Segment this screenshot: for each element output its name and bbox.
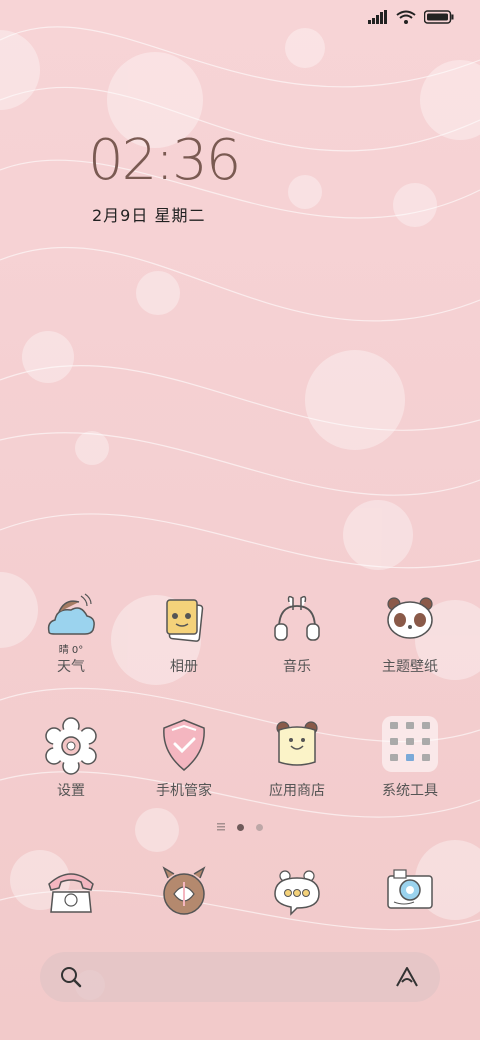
messages-icon <box>274 870 320 916</box>
browser-icon <box>162 866 206 915</box>
tools-folder-icon <box>382 716 438 772</box>
home-screen: 02:36 2月9日 星期二 晴 0° 天气 相册 音乐 主题壁纸 设置 手机管… <box>0 0 480 1040</box>
app-label: 系统工具 <box>382 783 438 799</box>
dock-camera[interactable] <box>354 862 466 922</box>
gear-icon <box>45 717 97 775</box>
weather-temp: 晴 0° <box>58 645 84 656</box>
app-label: 主题壁纸 <box>382 659 438 675</box>
search-bar[interactable] <box>40 952 440 1002</box>
status-bar <box>368 10 454 24</box>
assistant-icon[interactable] <box>394 964 420 990</box>
camera-icon <box>387 869 433 909</box>
menu-lines-icon <box>217 823 225 831</box>
clock-time[interactable]: 02:36 <box>88 128 241 193</box>
gallery-icon <box>166 599 204 642</box>
app-gallery[interactable]: 相册 <box>128 592 240 676</box>
clock-date[interactable]: 2月9日 星期二 <box>92 202 205 226</box>
dock-phone[interactable] <box>15 862 127 922</box>
page-dot-active[interactable] <box>237 823 244 831</box>
wifi-icon <box>396 10 416 24</box>
app-phone-manager[interactable]: 手机管家 <box>128 716 240 800</box>
page-indicator[interactable] <box>0 823 480 831</box>
headphones-icon <box>274 595 320 641</box>
app-label: 音乐 <box>283 659 311 675</box>
app-label: 手机管家 <box>156 783 212 799</box>
dock-messages[interactable] <box>241 862 353 922</box>
app-themes[interactable]: 主题壁纸 <box>354 592 466 676</box>
app-label: 设置 <box>57 783 85 799</box>
app-music[interactable]: 音乐 <box>241 592 353 676</box>
app-settings[interactable]: 设置 <box>15 716 127 800</box>
app-label: 天气 <box>57 659 85 675</box>
app-store[interactable]: 应用商店 <box>241 716 353 800</box>
shield-icon <box>163 719 205 771</box>
app-label: 应用商店 <box>269 783 325 799</box>
signal-icon <box>368 10 387 24</box>
phone-icon <box>48 873 94 913</box>
app-weather[interactable]: 晴 0° 天气 <box>15 592 127 676</box>
app-label: 相册 <box>170 659 198 675</box>
battery-icon <box>424 10 454 24</box>
search-icon[interactable] <box>60 966 82 988</box>
page-dot[interactable] <box>256 823 263 831</box>
app-system-tools[interactable]: 系统工具 <box>354 716 466 800</box>
panda-icon <box>387 597 433 639</box>
dock-browser[interactable] <box>128 862 240 922</box>
store-icon <box>276 721 318 766</box>
